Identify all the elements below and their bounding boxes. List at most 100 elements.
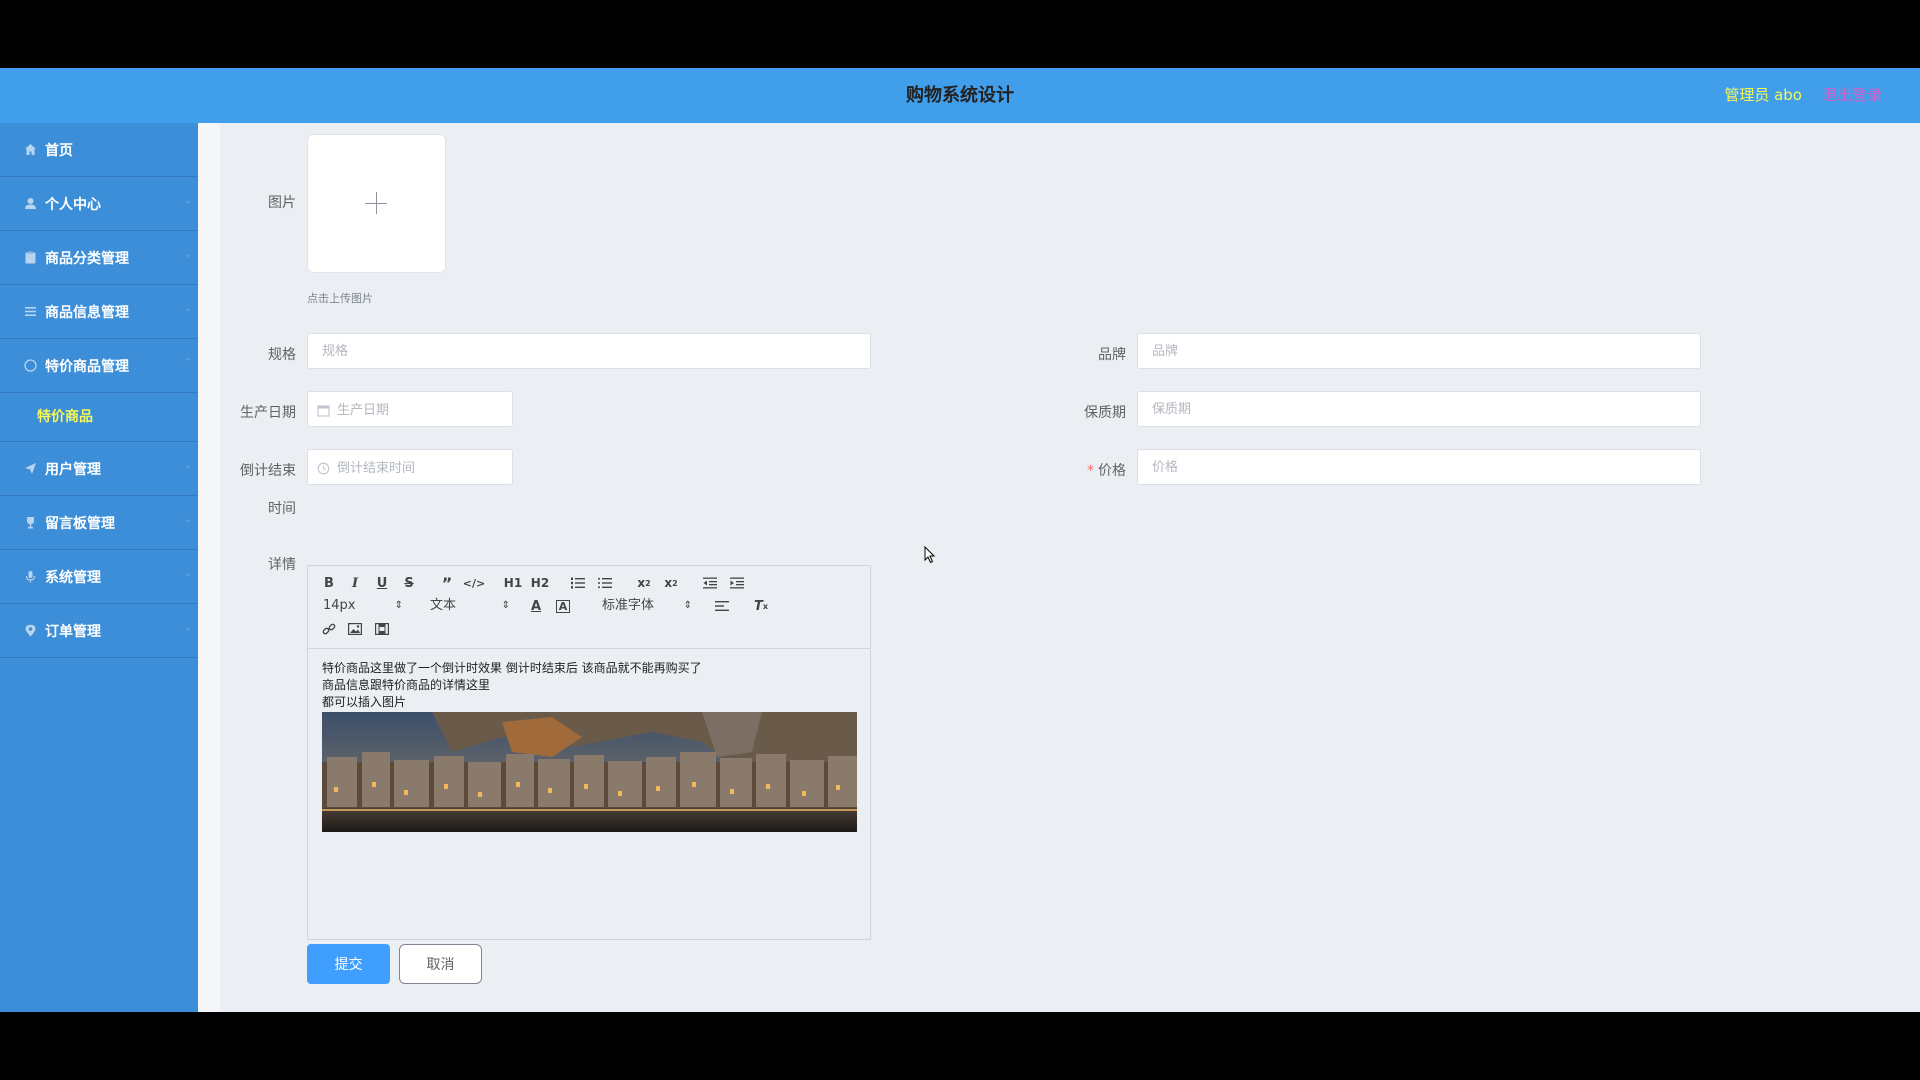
send-icon bbox=[23, 462, 37, 476]
countdown-end-time-input[interactable] bbox=[335, 450, 509, 486]
sidebar-item-label: 留言板管理 bbox=[45, 515, 115, 532]
cancel-button[interactable]: 取消 bbox=[399, 944, 482, 984]
image-label: 图片 bbox=[268, 195, 296, 211]
sidebar-item-user-management[interactable]: 用户管理 ⌄ bbox=[0, 442, 198, 496]
sidebar-item-personal-center[interactable]: 个人中心 ⌄ bbox=[0, 177, 198, 231]
header-select-value: 文本 bbox=[430, 598, 457, 613]
help-circle-icon bbox=[23, 359, 37, 373]
chevron-down-icon: ⌄ bbox=[183, 568, 192, 579]
content-gutter bbox=[198, 123, 220, 1012]
submit-button[interactable]: 提交 bbox=[307, 944, 390, 984]
sidebar-item-order-management[interactable]: 订单管理 ⌄ bbox=[0, 604, 198, 658]
align-icon[interactable] bbox=[712, 597, 732, 615]
sidebar-item-label: 商品分类管理 bbox=[45, 250, 129, 267]
header-select[interactable]: 文本 ⇕ bbox=[430, 597, 510, 615]
link-icon[interactable] bbox=[319, 620, 339, 638]
bullet-list-icon[interactable] bbox=[595, 574, 615, 592]
required-marker: * bbox=[1087, 463, 1094, 479]
list-icon bbox=[23, 305, 37, 319]
sidebar-item-label: 用户管理 bbox=[45, 461, 101, 478]
header-1-button[interactable]: H1 bbox=[503, 574, 523, 592]
sidebar-item-label: 首页 bbox=[45, 142, 73, 159]
header-2-button[interactable]: H2 bbox=[530, 574, 550, 592]
app-title: 购物系统设计 bbox=[906, 85, 1014, 106]
underline-button[interactable]: U bbox=[372, 574, 392, 592]
detail-label: 详情 bbox=[268, 557, 296, 573]
select-caret-icon: ⇕ bbox=[501, 600, 510, 611]
user-icon bbox=[23, 197, 37, 211]
content-line: 都可以插入图片 bbox=[322, 695, 407, 709]
admin-username: 管理员 abo bbox=[1724, 86, 1802, 104]
logout-link[interactable]: 退出登录 bbox=[1822, 68, 1882, 123]
inserted-photo bbox=[322, 712, 857, 832]
background-color-icon[interactable]: A bbox=[553, 597, 573, 615]
calendar-icon bbox=[317, 402, 330, 417]
select-caret-icon: ⇕ bbox=[683, 600, 692, 611]
brand-input[interactable] bbox=[1137, 333, 1701, 369]
subscript-button[interactable]: x2 bbox=[634, 574, 654, 592]
sidebar-item-home[interactable]: 首页 bbox=[0, 123, 198, 177]
italic-button[interactable]: I bbox=[345, 574, 365, 592]
sidebar-item-system-management[interactable]: 系统管理 ⌄ bbox=[0, 550, 198, 604]
select-caret-icon: ⇕ bbox=[394, 600, 403, 611]
chevron-down-icon: ⌄ bbox=[183, 249, 192, 260]
sidebar-item-label: 特价商品管理 bbox=[45, 358, 129, 375]
sidebar-item-product-info-management[interactable]: 商品信息管理 ⌄ bbox=[0, 285, 198, 339]
video-icon[interactable] bbox=[372, 620, 392, 638]
countdown-end-label-time: 时间 bbox=[268, 501, 296, 517]
content-line: 商品信息跟特价商品的详情这里 bbox=[322, 678, 491, 692]
sidebar-item-special-product-management[interactable]: 特价商品管理 ⌃ bbox=[0, 339, 198, 393]
outdent-icon[interactable] bbox=[700, 574, 720, 592]
font-size-select[interactable]: 14px ⇕ bbox=[323, 597, 403, 615]
sidebar-item-message-board-management[interactable]: 留言板管理 ⌄ bbox=[0, 496, 198, 550]
chevron-down-icon: ⌄ bbox=[183, 460, 192, 471]
clock-icon bbox=[317, 460, 330, 475]
plus-icon-vertical bbox=[376, 192, 377, 214]
price-input[interactable] bbox=[1137, 449, 1701, 485]
sidebar: 首页 个人中心 ⌄ 商品分类管理 ⌄ 商品信息管理 ⌄ 特价商品管理 ⌃ 特价商… bbox=[0, 123, 198, 1012]
shelf-life-input[interactable] bbox=[1137, 391, 1701, 427]
countdown-end-time-picker[interactable] bbox=[307, 449, 513, 486]
rich-text-editor: B I U S ” </> H1 H2 x2 x2 14px ⇕ 文本 ⇕ A bbox=[307, 565, 871, 940]
editor-toolbar: B I U S ” </> H1 H2 x2 x2 14px ⇕ 文本 ⇕ A bbox=[308, 566, 870, 649]
price-label: * 价格 bbox=[1064, 460, 1126, 480]
image-uploader[interactable] bbox=[307, 134, 446, 273]
clear-format-button[interactable]: Tx bbox=[751, 597, 771, 615]
microphone-icon bbox=[23, 570, 37, 584]
production-date-input[interactable] bbox=[335, 392, 509, 428]
content-line: 特价商品这里做了一个倒计时效果 倒计时结束后 该商品就不能再购买了 bbox=[322, 661, 702, 675]
font-size-value: 14px bbox=[323, 598, 356, 613]
font-family-select[interactable]: 标准字体 ⇕ bbox=[602, 597, 692, 615]
spec-input[interactable] bbox=[307, 333, 871, 369]
location-icon bbox=[23, 624, 37, 638]
sidebar-subitem-special-products[interactable]: 特价商品 bbox=[0, 393, 198, 442]
brand-label: 品牌 bbox=[1098, 347, 1126, 363]
mouse-cursor-icon bbox=[924, 545, 936, 564]
sidebar-item-label: 系统管理 bbox=[45, 569, 101, 586]
sidebar-item-label: 个人中心 bbox=[45, 196, 101, 213]
upload-tip: 点击上传图片 bbox=[307, 292, 373, 305]
chevron-down-icon: ⌄ bbox=[183, 303, 192, 314]
image-icon[interactable] bbox=[345, 620, 365, 638]
indent-icon[interactable] bbox=[727, 574, 747, 592]
code-block-button[interactable]: </> bbox=[463, 574, 485, 592]
production-date-picker[interactable] bbox=[307, 391, 513, 428]
price-label-text: 价格 bbox=[1098, 463, 1126, 479]
chevron-up-icon: ⌃ bbox=[183, 357, 192, 368]
sidebar-item-category-management[interactable]: 商品分类管理 ⌄ bbox=[0, 231, 198, 285]
spec-label: 规格 bbox=[268, 347, 296, 363]
home-icon bbox=[23, 143, 37, 157]
editor-content[interactable]: 特价商品这里做了一个倒计时效果 倒计时结束后 该商品就不能再购买了 商品信息跟特… bbox=[322, 660, 862, 711]
strikethrough-button[interactable]: S bbox=[399, 574, 419, 592]
chevron-down-icon: ⌄ bbox=[183, 195, 192, 206]
font-family-value: 标准字体 bbox=[602, 598, 655, 613]
chevron-down-icon: ⌄ bbox=[183, 622, 192, 633]
font-color-button[interactable]: A bbox=[526, 597, 546, 615]
ordered-list-icon[interactable] bbox=[568, 574, 588, 592]
countdown-end-label: 倒计结束 bbox=[240, 463, 296, 479]
top-header: 购物系统设计 管理员 abo 退出登录 bbox=[0, 68, 1920, 123]
production-date-label: 生产日期 bbox=[240, 405, 296, 421]
bold-button[interactable]: B bbox=[319, 574, 339, 592]
blockquote-button[interactable]: ” bbox=[437, 574, 457, 593]
superscript-button[interactable]: x2 bbox=[661, 574, 681, 592]
